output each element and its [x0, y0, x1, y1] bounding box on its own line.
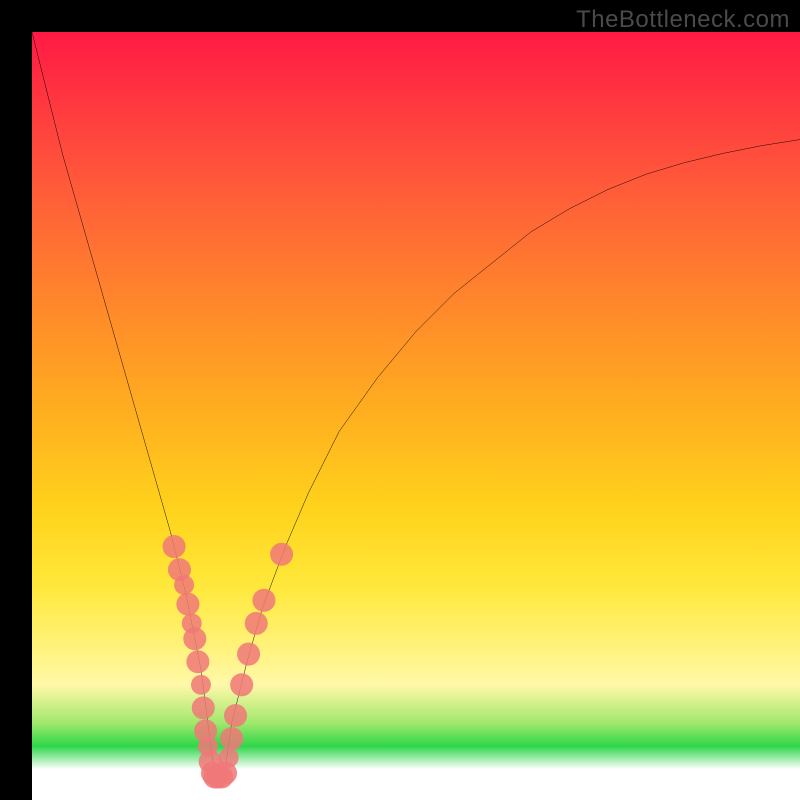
curve-marker [237, 643, 260, 666]
curve-marker [192, 696, 215, 719]
curve-marker [186, 650, 209, 673]
curve-marker [219, 748, 239, 768]
bottleneck-curve-svg [32, 32, 800, 800]
curve-marker [163, 535, 186, 558]
curve-marker [174, 575, 194, 595]
curve-marker [220, 727, 243, 750]
curve-marker [230, 673, 253, 696]
curve-marker [176, 593, 199, 616]
curve-marker [183, 627, 206, 650]
curve-marker [224, 704, 247, 727]
chart-frame: TheBottleneck.com [0, 0, 800, 800]
curve-marker [245, 612, 268, 635]
curve-marker [270, 543, 293, 566]
bottleneck-curve-line [32, 32, 800, 777]
curve-markers [163, 535, 294, 788]
plot-area [32, 32, 800, 800]
curve-marker [191, 675, 211, 695]
watermark-text: TheBottleneck.com [576, 6, 790, 34]
curve-marker [252, 589, 275, 612]
